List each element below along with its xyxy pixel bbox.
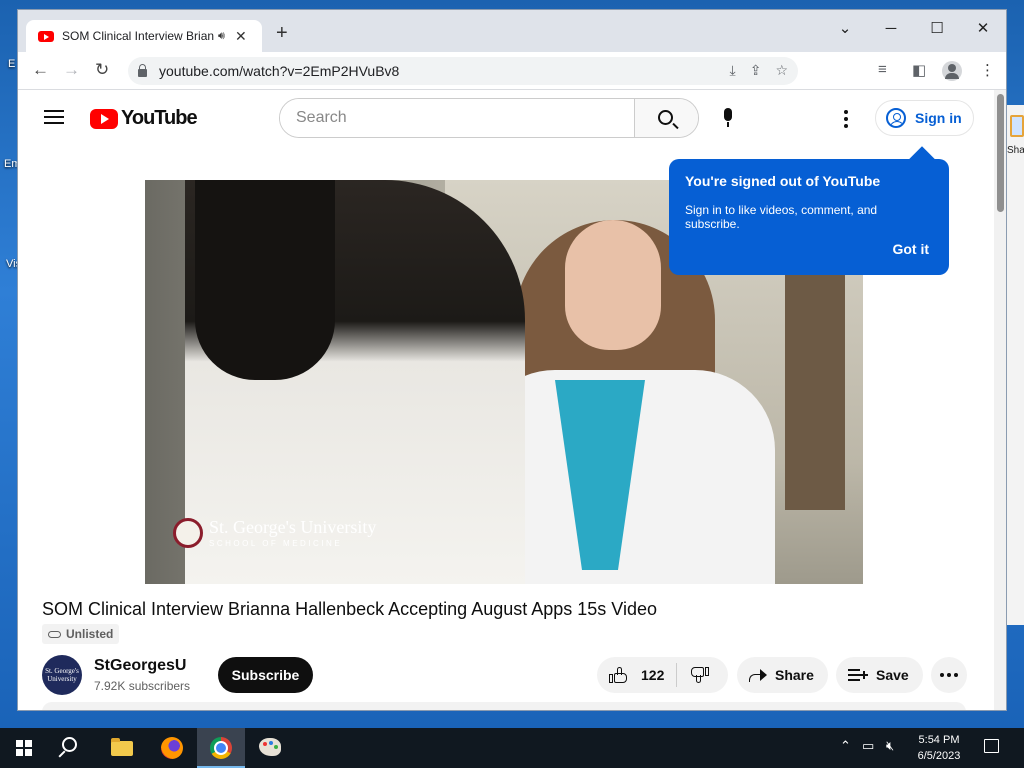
install-icon[interactable]: ⤓ [730,62,736,79]
menu-icon[interactable] [44,110,64,124]
youtube-page: YouTube Sign in St. George's University [18,90,1006,710]
tab-search-button[interactable]: ⌄ [822,16,868,42]
link-icon [48,630,61,638]
chrome-button[interactable] [197,728,245,768]
minimize-button[interactable]: ─ [868,16,914,42]
university-watermark: St. George's University SCHOOL OF MEDICI… [173,518,376,548]
user-icon [886,108,906,128]
unlisted-badge: Unlisted [42,624,120,644]
got-it-button[interactable]: Got it [892,241,929,257]
dislike-button[interactable] [677,657,728,693]
search-input[interactable] [280,99,634,137]
popup-heading: You're signed out of YouTube [685,173,881,189]
speaker-icon[interactable]: 🔊︎ [218,30,225,43]
share-page-icon[interactable]: ⇪ [750,62,762,79]
browser-menu-icon[interactable]: ⋮ [980,61,995,79]
paint-button[interactable] [246,728,294,768]
browser-window: SOM Clinical Interview Brianna Hallenbec… [18,10,1006,710]
university-seal-icon [173,518,203,548]
more-actions-button[interactable] [931,657,967,693]
signed-out-popup: You're signed out of YouTube Sign in to … [669,159,949,275]
close-button[interactable]: ✕ [960,16,1006,42]
folder-icon [111,738,133,756]
like-dislike-bar: 122 [597,657,728,693]
youtube-favicon-icon [38,30,54,42]
start-button[interactable] [0,728,48,768]
side-panel-icon[interactable]: ◧ [912,61,926,79]
notifications-icon[interactable] [984,739,999,753]
clock-date: 6/5/2023 [917,750,961,762]
media-control-icon[interactable]: ≡ [878,61,887,78]
channel-name[interactable]: StGeorgesU [94,657,186,675]
paint-palette-icon [259,738,281,756]
youtube-logo[interactable]: YouTube [90,107,198,130]
network-icon[interactable]: ▭ [862,738,874,754]
thumbs-down-icon [691,667,709,683]
search-bar [279,98,699,138]
video-title: SOM Clinical Interview Brianna Hallenbec… [42,599,658,619]
lock-icon[interactable] [138,64,147,77]
system-clock[interactable]: 5:54 PM 6/5/2023 [908,732,970,764]
sign-in-button[interactable]: Sign in [875,100,974,136]
subscribe-button[interactable]: Subscribe [218,657,313,693]
chrome-icon [210,737,232,759]
clock-time: 5:54 PM [918,734,960,746]
show-hidden-icons-icon[interactable]: ⌃ [840,738,851,754]
volume-muted-icon[interactable]: 🔇︎ [886,738,894,754]
browser-toolbar: ← → ↻ youtube.com/watch?v=2EmP2HVuBv8 ⤓ … [18,52,1006,90]
bookmark-star-icon[interactable]: ☆ [775,62,788,79]
forward-button[interactable]: → [63,60,80,80]
settings-menu-icon[interactable] [844,110,848,131]
subscriber-count: 7.92K subscribers [94,679,191,693]
taskbar: ⌃ ▭ 🔇︎ 5:54 PM 6/5/2023 [0,728,1024,768]
reload-button[interactable]: ↻ [95,60,109,80]
profile-avatar-icon[interactable] [942,61,962,81]
new-tab-button[interactable]: + [276,23,288,43]
tab-title: SOM Clinical Interview Brianna Hallenbec… [62,29,214,43]
save-button[interactable]: Save [836,657,923,693]
url-text[interactable]: youtube.com/watch?v=2EmP2HVuBv8 [159,63,399,79]
channel-avatar[interactable]: St. George's University [42,655,82,695]
browser-tab[interactable]: SOM Clinical Interview Brianna Hallenbec… [26,20,262,52]
search-icon [62,737,77,752]
firefox-button[interactable] [148,728,196,768]
popup-body: Sign in to like videos, comment, and sub… [685,203,878,231]
share-button[interactable]: Share [737,657,828,693]
maximize-button[interactable]: ☐ [914,16,960,42]
description-box[interactable] [42,702,966,710]
page-scrollbar[interactable] [994,90,1006,710]
thumbs-up-icon [609,667,627,683]
search-icon [658,110,673,125]
desktop-icon[interactable]: E [8,58,15,70]
share-icon [749,668,767,682]
windows-logo-icon [16,740,32,756]
playlist-add-icon [848,669,868,681]
background-window-edge[interactable]: Sha [1006,105,1024,625]
title-bar: SOM Clinical Interview Brianna Hallenbec… [18,10,1006,52]
like-count: 122 [641,667,665,683]
microphone-icon[interactable] [722,108,734,128]
back-button[interactable]: ← [32,60,49,80]
taskbar-search-button[interactable] [48,728,96,768]
like-button[interactable]: 122 [597,657,675,693]
youtube-play-icon [90,108,118,129]
tab-close-icon[interactable]: ✕ [235,28,247,45]
firefox-icon [161,737,183,759]
file-explorer-button[interactable] [98,728,146,768]
share-app-icon [1010,115,1024,137]
search-button[interactable] [634,99,698,137]
address-bar[interactable]: youtube.com/watch?v=2EmP2HVuBv8 ⤓ ⇪ ☆ [128,57,798,85]
